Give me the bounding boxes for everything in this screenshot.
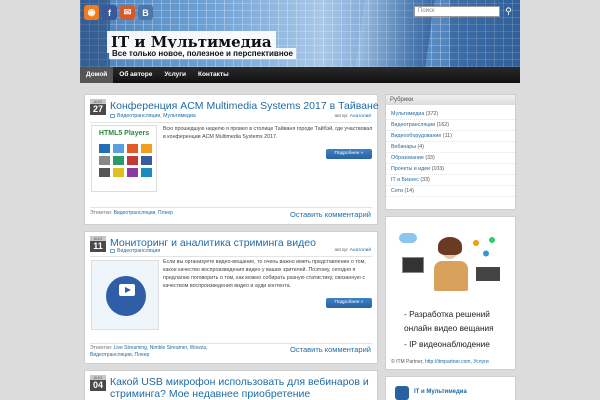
thumb-title: HTML5 Players (98, 130, 150, 137)
post-card: AUG 11 Мониторинг и аналитика стриминга … (84, 231, 378, 364)
rss-icon[interactable]: ◉ (84, 5, 99, 20)
post-author: автор: Анатолий (334, 114, 371, 119)
post-card: AUG 04 Какой USB микрофон использовать д… (84, 370, 378, 400)
post-categories: Видеотрансляции, Мультимедиа (110, 113, 196, 119)
tags-links[interactable]: Live Streaming, Nimble Streamer, Wowza, (114, 345, 208, 351)
post-card: AUG 27 Конференция ACM Multimedia System… (84, 94, 379, 225)
leave-comment-link[interactable]: Оставить комментарий (290, 210, 371, 219)
player-icons (99, 144, 152, 177)
post-excerpt: Всю прошедшую неделю я провел в столице … (163, 126, 373, 140)
post-excerpt: Если вы организуете видео-вещание, то оч… (163, 259, 366, 289)
tags-links[interactable]: Видеотрансляции, Плеер (114, 210, 173, 216)
search-input[interactable]: Поиск (414, 6, 500, 17)
categories-widget: Рубрики Мультимедиа (372) Видеотрансляци… (385, 94, 516, 210)
read-more-button[interactable]: Подробнее » (326, 298, 372, 308)
post-title-line2[interactable]: стриминга? Мое недавнее приобретение (110, 388, 310, 400)
nav-home[interactable]: Домой (80, 67, 114, 83)
tags-label: Этикетки: (90, 210, 113, 216)
category-item[interactable]: Мультимедиа (372) (386, 109, 515, 120)
media-icons (464, 231, 504, 261)
tablet-icon (402, 257, 424, 273)
post-categories: Видеотрансляции (110, 248, 160, 254)
category-item[interactable]: Видеооборудование (11) (386, 131, 515, 142)
widget-avatar (395, 386, 409, 400)
post-categories-text[interactable]: Видеотрансляции, Мультимедиа (117, 113, 196, 119)
category-item[interactable]: Проекты и идеи (103) (386, 164, 515, 175)
post-thumbnail[interactable] (91, 260, 159, 330)
category-list: Мультимедиа (372) Видеотрансляции (162) … (386, 105, 515, 197)
folder-icon (110, 249, 115, 253)
main-nav: Домой Об авторе Услуги Контакты (80, 67, 520, 83)
social-links: ◉ f ✉ B (84, 5, 153, 20)
play-circle (106, 276, 146, 316)
category-item[interactable]: Образование (33) (386, 153, 515, 164)
post-title[interactable]: Конференция ACM Multimedia Systems 2017 … (110, 100, 379, 112)
cloud-icon (399, 233, 417, 243)
post-author: автор: Анатолий (334, 248, 371, 253)
post-date: AUG 04 (90, 375, 106, 391)
post-tags: Этикетки: Live Streaming, Nimble Streame… (90, 345, 207, 359)
post-tags: Этикетки: Видеотрансляции, Плеер (90, 210, 173, 217)
promo-widget[interactable]: - Разработка решений онлайн видео вещани… (385, 216, 516, 370)
post-day: 04 (90, 380, 106, 391)
person-hair (438, 237, 462, 255)
leave-comment-link[interactable]: Оставить комментарий (290, 345, 371, 354)
post-divider (90, 343, 372, 344)
post-divider (90, 207, 372, 208)
promo-line: - IP видеонаблюдение (404, 339, 490, 349)
author-link[interactable]: Анатолий (350, 114, 371, 119)
promo-line: - Разработка решений (404, 309, 490, 319)
category-item[interactable]: Сети (14) (386, 186, 515, 197)
post-day: 11 (90, 241, 106, 252)
nav-contacts[interactable]: Контакты (192, 67, 235, 83)
promo-line: онлайн видео вещания (404, 323, 494, 333)
laptop-icon (476, 267, 500, 281)
promo-footer-services[interactable]: Услуги (473, 359, 488, 365)
post-title[interactable]: Какой USB микрофон использовать для веби… (110, 376, 369, 388)
nav-about[interactable]: Об авторе (113, 67, 158, 83)
site-description: Все только новое, полезное и перспективн… (109, 48, 296, 59)
read-more-button[interactable]: Подробнее » (326, 149, 372, 159)
person-body (434, 261, 468, 291)
tags-links[interactable]: Видеотрансляции, Плеер (90, 352, 149, 358)
promo-footer: © ITM Partner, http://itmpartner.com, Ус… (391, 359, 489, 365)
post-day: 27 (90, 104, 106, 115)
post-date: AUG 11 (90, 236, 106, 252)
search-icon[interactable]: ⚲ (503, 6, 514, 17)
post-date: AUG 27 (90, 99, 106, 115)
vk-icon[interactable]: B (138, 5, 153, 20)
post-divider (90, 122, 372, 123)
tags-label: Этикетки: (90, 345, 113, 351)
promo-illustration (394, 227, 509, 299)
post-divider (90, 256, 372, 257)
category-item[interactable]: IT и Бизнес (33) (386, 175, 515, 186)
post-thumbnail[interactable]: HTML5 Players (91, 125, 157, 192)
play-triangle (125, 287, 131, 293)
widget-title: Рубрики (386, 95, 515, 105)
category-item[interactable]: Вебинары (4) (386, 142, 515, 153)
folder-icon (110, 114, 115, 118)
promo-footer-prefix: © ITM Partner, (391, 359, 424, 365)
author-label: автор: (334, 248, 349, 253)
nav-services[interactable]: Услуги (158, 67, 192, 83)
promo-footer-link[interactable]: http://itmpartner.com, (425, 359, 472, 365)
category-item[interactable]: Видеотрансляции (162) (386, 120, 515, 131)
social-widget: IT и Мультимедиа (385, 376, 516, 400)
mail-icon[interactable]: ✉ (120, 5, 135, 20)
author-link[interactable]: Анатолий (350, 248, 371, 253)
author-label: автор: (334, 114, 349, 119)
widget-page-name[interactable]: IT и Мультимедиа (414, 389, 467, 395)
facebook-icon[interactable]: f (102, 5, 117, 20)
post-categories-text[interactable]: Видеотрансляции (117, 248, 160, 254)
